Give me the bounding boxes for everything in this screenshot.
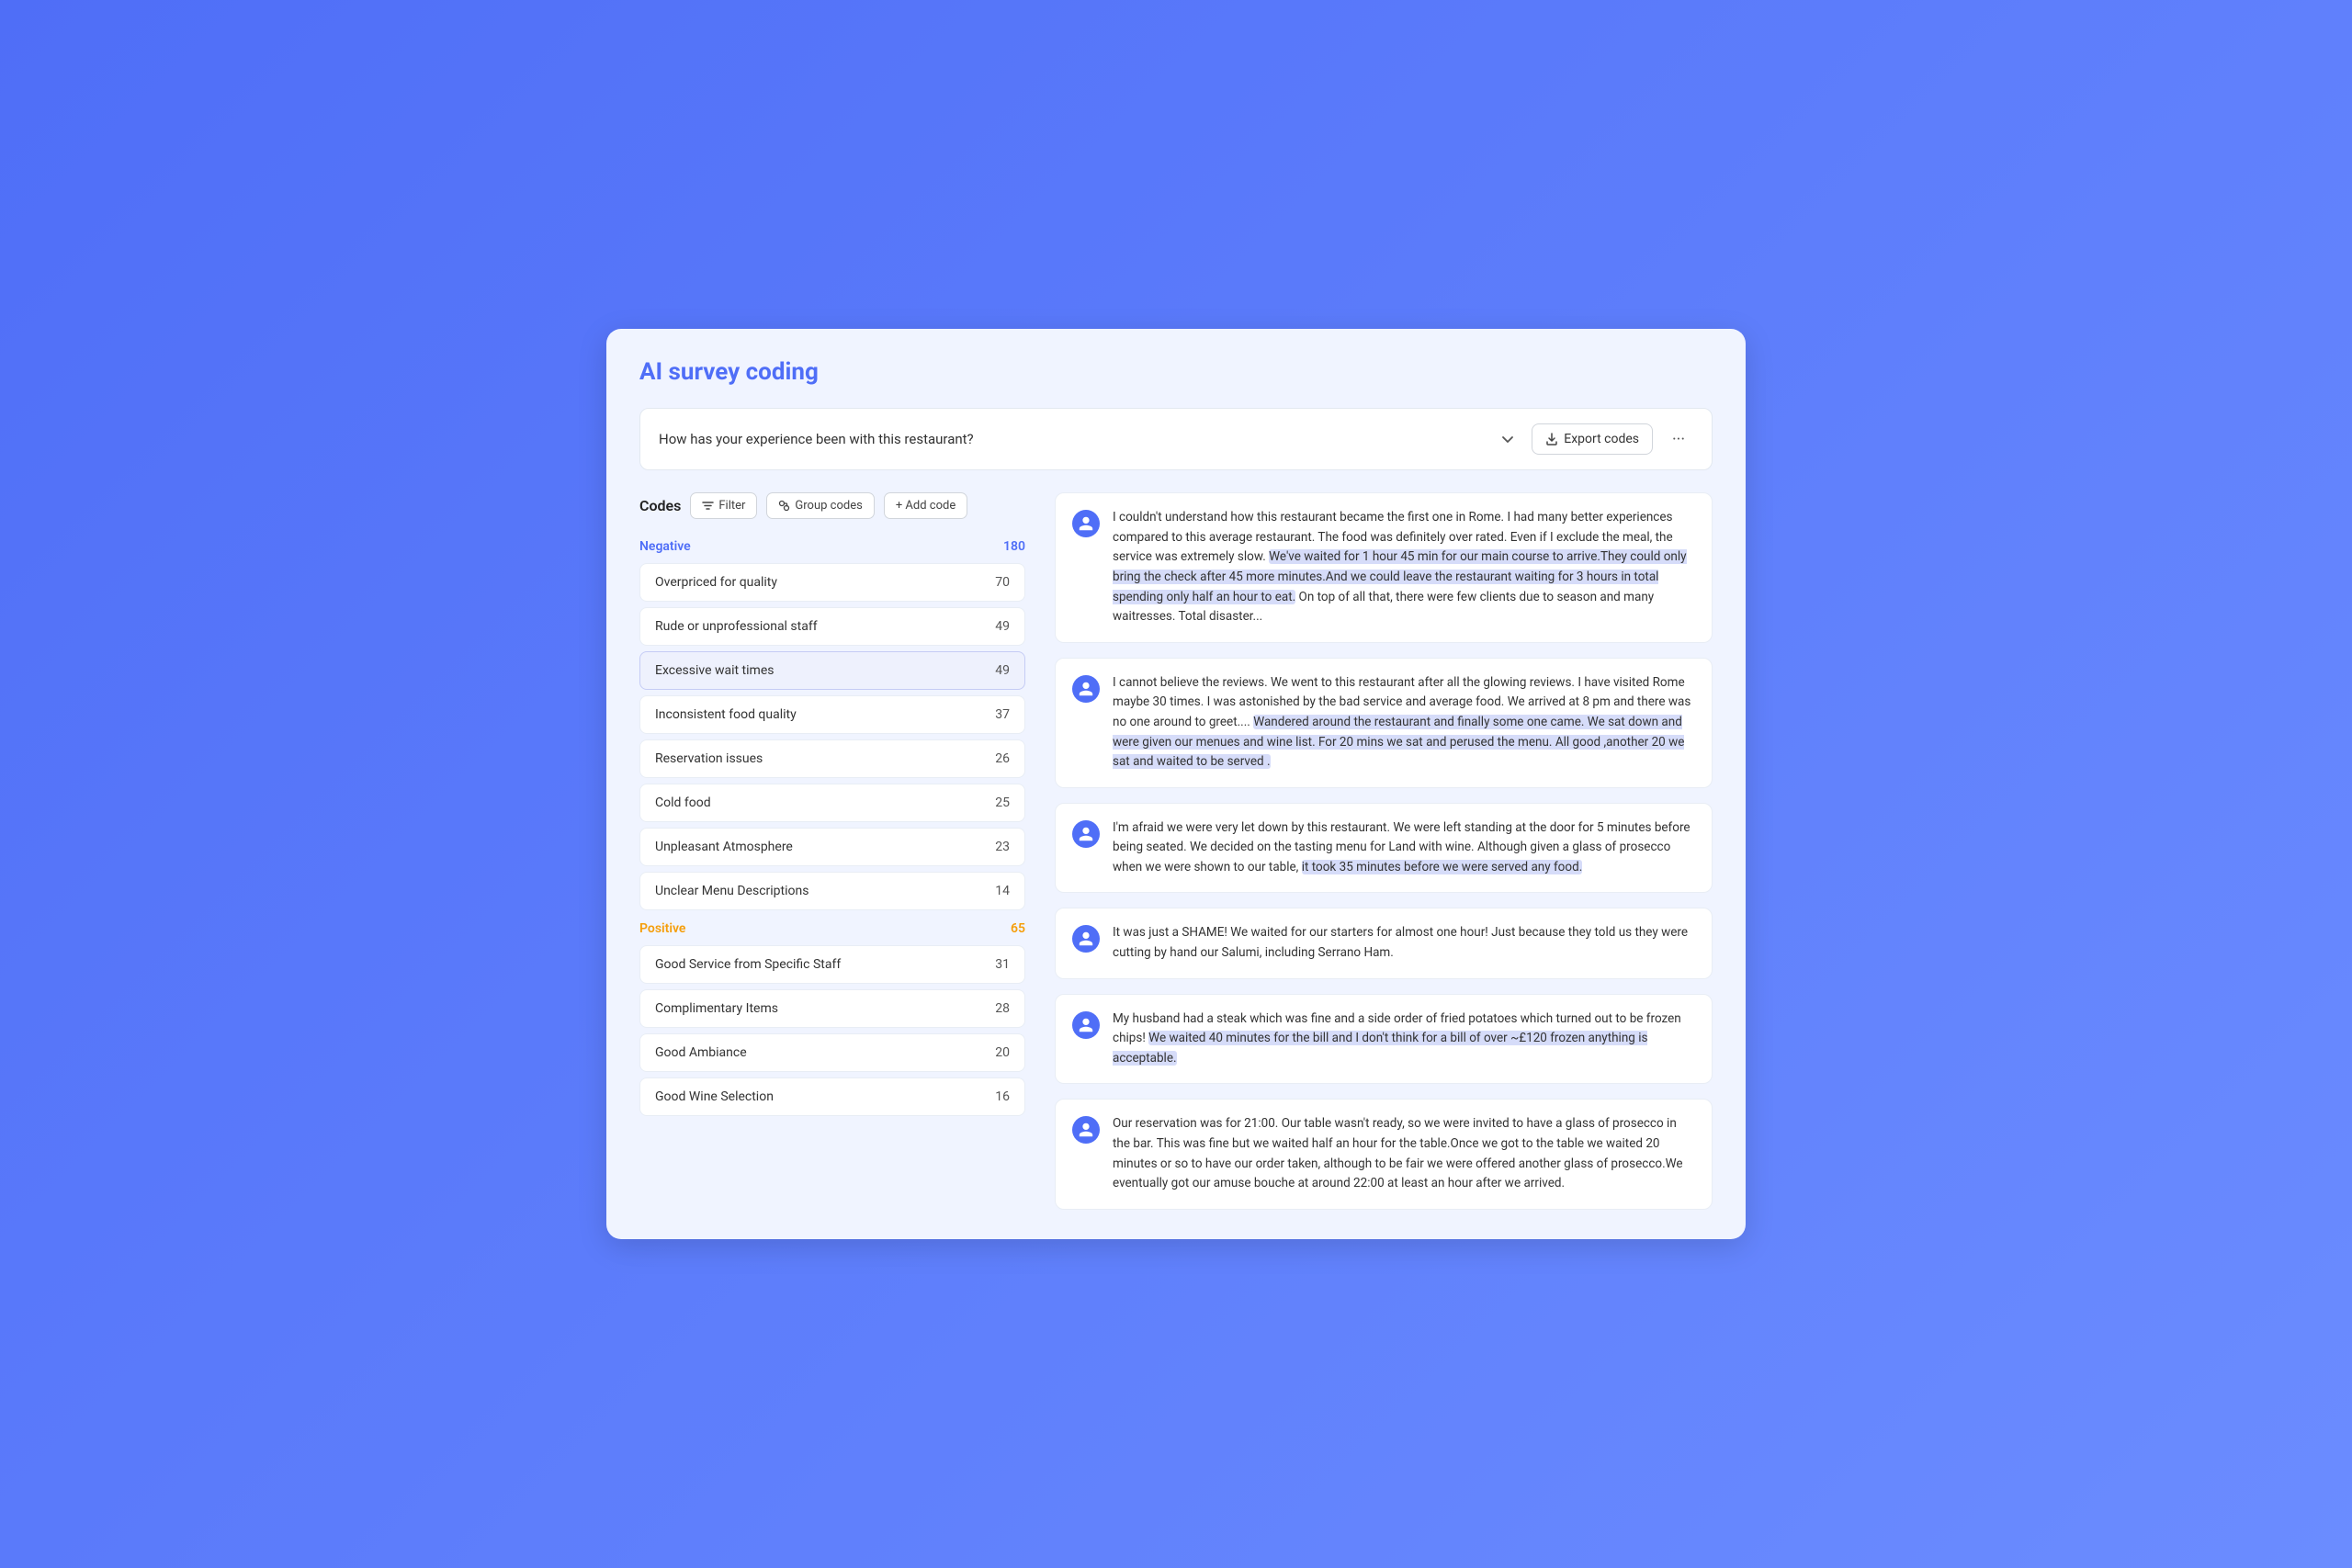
code-name: Inconsistent food quality: [655, 707, 797, 722]
review-card: My husband had a steak which was fine an…: [1055, 994, 1713, 1085]
review-text: I couldn't understand how this restauran…: [1113, 508, 1695, 627]
dropdown-icon[interactable]: [1495, 426, 1521, 452]
avatar: [1072, 1011, 1100, 1039]
question-text: How has your experience been with this r…: [659, 431, 974, 447]
review-text: My husband had a steak which was fine an…: [1113, 1010, 1695, 1069]
category-label-positive: Positive: [639, 921, 685, 936]
right-panel: I couldn't understand how this restauran…: [1055, 492, 1713, 1210]
avatar: [1072, 1116, 1100, 1144]
code-name: Overpriced for quality: [655, 575, 777, 590]
code-item[interactable]: Cold food 25: [639, 784, 1025, 822]
question-actions: Export codes ···: [1495, 423, 1693, 455]
group-codes-button[interactable]: Group codes: [766, 492, 874, 519]
code-name: Excessive wait times: [655, 663, 774, 678]
app-container: AI survey coding How has your experience…: [606, 329, 1746, 1239]
app-title: AI survey coding: [639, 358, 1713, 386]
category-header-positive: Positive 65: [639, 916, 1025, 942]
review-card: It was just a SHAME! We waited for our s…: [1055, 908, 1713, 978]
export-label: Export codes: [1564, 432, 1639, 446]
code-count: 26: [995, 751, 1010, 766]
code-item[interactable]: Unclear Menu Descriptions 14: [639, 872, 1025, 910]
avatar: [1072, 510, 1100, 537]
code-count: 31: [995, 957, 1010, 972]
code-name: Complimentary Items: [655, 1001, 778, 1016]
category-count-positive: 65: [1011, 921, 1025, 936]
review-text: I cannot believe the reviews. We went to…: [1113, 673, 1695, 773]
review-card: I cannot believe the reviews. We went to…: [1055, 658, 1713, 788]
code-item[interactable]: Reservation issues 26: [639, 739, 1025, 778]
left-panel: Codes Filter Group codes + Ad: [639, 492, 1025, 1210]
code-name: Cold food: [655, 795, 711, 810]
code-count: 14: [995, 884, 1010, 898]
review-text: Our reservation was for 21:00. Our table…: [1113, 1114, 1695, 1193]
export-button[interactable]: Export codes: [1532, 423, 1653, 455]
code-name: Rude or unprofessional staff: [655, 619, 818, 634]
code-count: 49: [995, 619, 1010, 634]
review-card: Our reservation was for 21:00. Our table…: [1055, 1099, 1713, 1209]
category-label-negative: Negative: [639, 539, 691, 554]
filter-button[interactable]: Filter: [690, 492, 757, 519]
code-count: 16: [995, 1089, 1010, 1104]
code-item[interactable]: Good Service from Specific Staff 31: [639, 945, 1025, 984]
add-code-label: + Add code: [896, 499, 956, 513]
code-item[interactable]: Excessive wait times 49: [639, 651, 1025, 690]
code-count: 37: [995, 707, 1010, 722]
more-options-button[interactable]: ···: [1664, 424, 1693, 454]
code-item[interactable]: Rude or unprofessional staff 49: [639, 607, 1025, 646]
code-item[interactable]: Inconsistent food quality 37: [639, 695, 1025, 734]
code-count: 70: [995, 575, 1010, 590]
code-item[interactable]: Overpriced for quality 70: [639, 563, 1025, 602]
code-name: Good Wine Selection: [655, 1089, 774, 1104]
normal-text: It was just a SHAME! We waited for our s…: [1113, 925, 1688, 960]
review-text: I'm afraid we were very let down by this…: [1113, 818, 1695, 878]
main-content: Codes Filter Group codes + Ad: [639, 492, 1713, 1210]
highlighted-text: We waited 40 minutes for the bill and I …: [1113, 1031, 1647, 1066]
avatar: [1072, 820, 1100, 848]
category-count-negative: 180: [1003, 539, 1025, 554]
code-item[interactable]: Unpleasant Atmosphere 23: [639, 828, 1025, 866]
review-text: It was just a SHAME! We waited for our s…: [1113, 923, 1695, 963]
question-bar: How has your experience been with this r…: [639, 408, 1713, 470]
category-header-negative: Negative 180: [639, 534, 1025, 559]
review-card: I couldn't understand how this restauran…: [1055, 492, 1713, 643]
code-item[interactable]: Good Wine Selection 16: [639, 1077, 1025, 1116]
avatar: [1072, 925, 1100, 953]
codes-list: Negative 180 Overpriced for quality 70 R…: [639, 534, 1025, 1116]
code-name: Unpleasant Atmosphere: [655, 840, 793, 854]
code-item[interactable]: Complimentary Items 28: [639, 989, 1025, 1028]
codes-title: Codes: [639, 497, 681, 514]
code-item[interactable]: Good Ambiance 20: [639, 1033, 1025, 1072]
code-name: Good Ambiance: [655, 1045, 747, 1060]
highlighted-text: it took 35 minutes before we were served…: [1302, 860, 1583, 874]
code-count: 28: [995, 1001, 1010, 1016]
review-card: I'm afraid we were very let down by this…: [1055, 803, 1713, 894]
codes-header: Codes Filter Group codes + Ad: [639, 492, 1025, 519]
normal-text: Our reservation was for 21:00. Our table…: [1113, 1116, 1683, 1190]
add-code-button[interactable]: + Add code: [884, 492, 967, 519]
code-name: Reservation issues: [655, 751, 763, 766]
avatar: [1072, 675, 1100, 703]
code-count: 25: [995, 795, 1010, 810]
code-name: Unclear Menu Descriptions: [655, 884, 808, 898]
code-count: 20: [995, 1045, 1010, 1060]
group-codes-label: Group codes: [795, 499, 862, 513]
filter-label: Filter: [718, 499, 745, 513]
code-count: 23: [995, 840, 1010, 854]
code-name: Good Service from Specific Staff: [655, 957, 841, 972]
code-count: 49: [995, 663, 1010, 678]
